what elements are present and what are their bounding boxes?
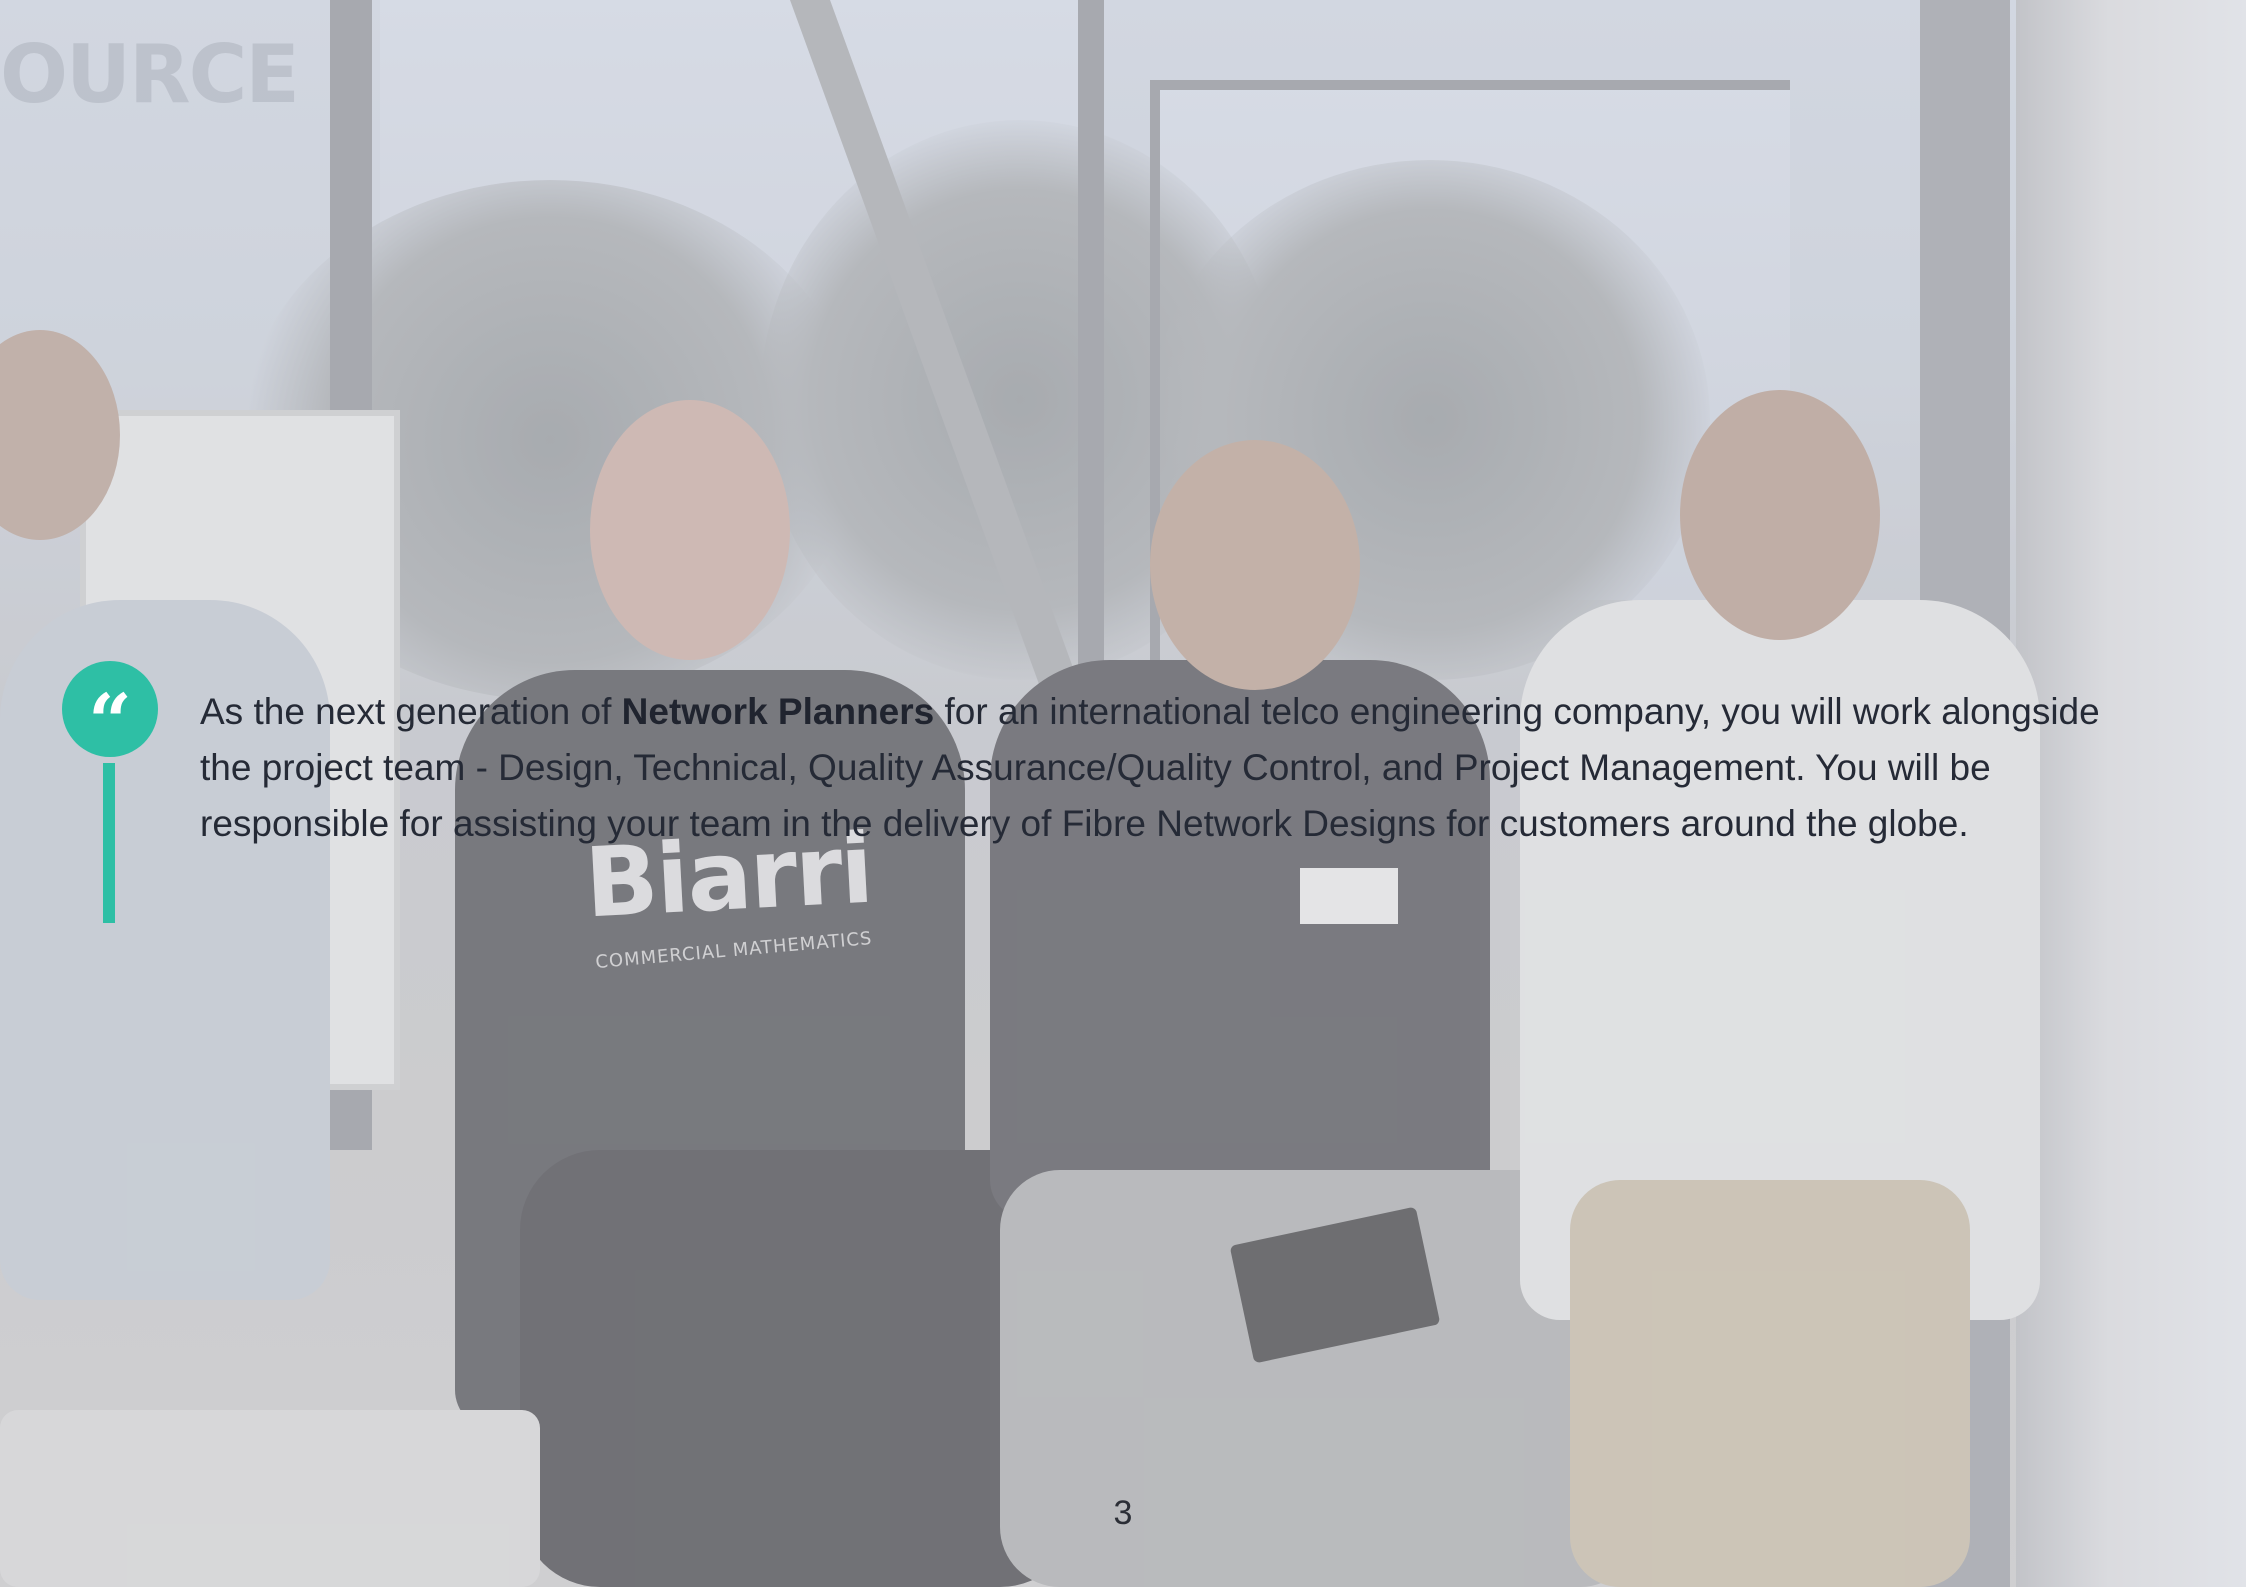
document-page: OURCE Biarri COMMERCIAL MATHEMATICS “ As… bbox=[0, 0, 2246, 1587]
quote-highlight: Network Planners bbox=[621, 691, 935, 732]
quote-icon: “ bbox=[62, 661, 158, 766]
page-number: 3 bbox=[1113, 1494, 1133, 1532]
quote-accent-bar bbox=[103, 763, 115, 923]
quote-text-before: As the next generation of bbox=[200, 691, 622, 732]
quote-glyph: “ bbox=[88, 677, 132, 766]
quote-paragraph: As the next generation of Network Planne… bbox=[200, 684, 2140, 852]
